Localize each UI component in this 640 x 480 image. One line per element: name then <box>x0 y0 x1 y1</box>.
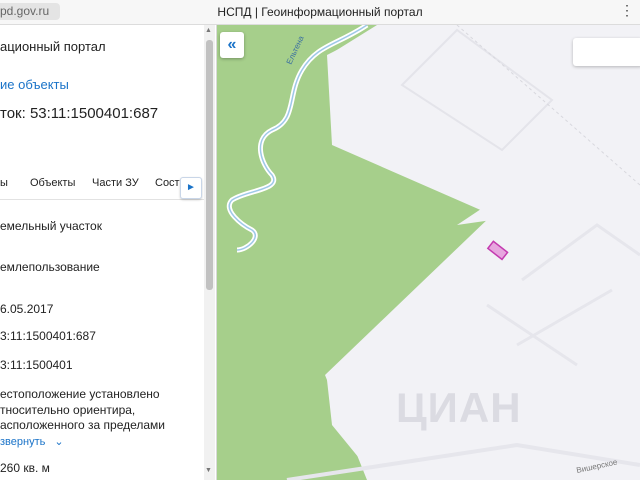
field-area: 260 кв. м <box>0 461 50 475</box>
field-quarter: 3:11:1500401 <box>0 358 73 372</box>
tab-info[interactable]: ы <box>0 177 8 189</box>
tabs-next-button[interactable]: ► <box>180 177 202 199</box>
tab-parts[interactable]: Части ЗУ <box>92 177 139 189</box>
info-panel: ационный портал ие объекты ток: 53:11:15… <box>0 25 217 480</box>
expand-label[interactable]: звернуть <box>0 436 45 448</box>
field-usage: емлепользование <box>0 260 100 274</box>
field-type: емельный участок <box>0 219 102 233</box>
field-location-line2: тносительно ориентира, <box>0 403 136 417</box>
parcel-title: ток: 53:11:1500401:687 <box>0 105 159 122</box>
field-location-line1: естоположение установлено <box>0 387 160 401</box>
browser-menu-icon[interactable]: ⋮ <box>620 2 634 19</box>
field-cad-number: 3:11:1500401:687 <box>0 329 96 343</box>
map-view[interactable]: Ельтена Вишерское ЦИАН <box>217 25 640 480</box>
watermark: ЦИАН <box>396 384 522 431</box>
tab-bar: ы Объекты Части ЗУ Соста <box>0 171 204 200</box>
collapse-panel-button[interactable]: « <box>220 32 244 58</box>
field-date: 6.05.2017 <box>0 302 54 316</box>
scroll-down-icon[interactable]: ▼ <box>205 467 212 474</box>
chevron-down-icon[interactable]: ⌄ <box>54 436 63 448</box>
scroll-up-icon[interactable]: ▲ <box>205 27 212 34</box>
field-location-line3: асположенного за пределами <box>0 418 166 432</box>
window-title: НСПД | Геоинформационный портал <box>217 5 423 19</box>
objects-link[interactable]: ие объекты <box>0 77 69 92</box>
portal-label: ационный портал <box>0 39 106 54</box>
browser-titlebar: pd.gov.ru НСПД | Геоинформационный порта… <box>0 0 640 25</box>
map-search-box[interactable] <box>573 38 640 66</box>
panel-scrollbar-thumb[interactable] <box>206 40 213 290</box>
tab-objects[interactable]: Объекты <box>30 177 75 189</box>
expand-toggle[interactable]: звернуть ⌄ <box>0 435 64 448</box>
